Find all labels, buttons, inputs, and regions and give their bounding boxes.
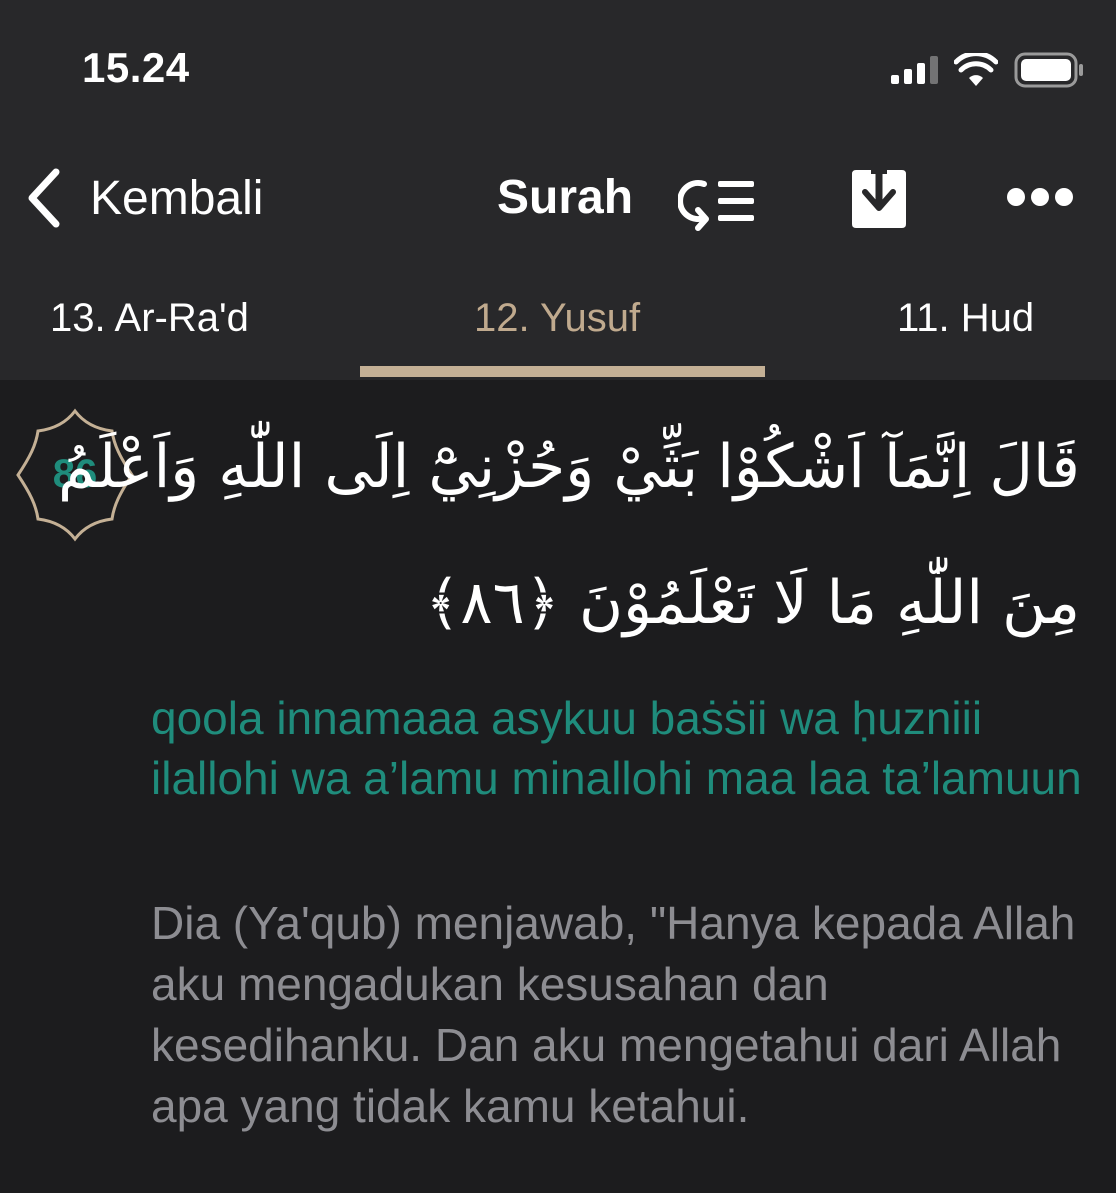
battery-icon <box>1014 52 1083 88</box>
back-label: Kembali <box>90 171 264 225</box>
transliteration-text: qoola innamaaa asykuu baṡṡii wa ḥuzniii … <box>151 692 1082 804</box>
status-time: 15.24 <box>82 44 190 91</box>
chevron-left-icon <box>28 168 60 228</box>
arabic-text-line-2: مِنَ اللّٰهِ مَا لَا تَعْلَمُوْنَ ﴿٨٦﴾ <box>425 568 1080 638</box>
active-tab-indicator <box>360 366 765 377</box>
tab-hud[interactable]: 11. Hud <box>897 296 1034 341</box>
surah-screen: 15.24 Kembali Surah 13. Ar-Ra'd 12. Yusu… <box>0 0 1116 1193</box>
more-horizontal-icon[interactable] <box>1004 182 1076 212</box>
verse-list-icon[interactable] <box>678 172 758 232</box>
back-button[interactable]: Kembali <box>22 163 263 233</box>
translation-text: Dia (Ya'qub) menjawab, "Hanya kepada All… <box>151 897 1076 1132</box>
page-title: Surah <box>497 171 634 224</box>
download-icon[interactable] <box>849 162 909 230</box>
tab-ar-rad[interactable]: 13. Ar-Ra'd <box>50 296 249 341</box>
tab-yusuf[interactable]: 12. Yusuf <box>474 296 640 341</box>
wifi-icon <box>954 53 998 86</box>
arabic-text-line-1: قَالَ اِنَّمَآ اَشْكُوْا بَثِّيْ وَحُزْن… <box>57 432 1080 502</box>
status-icons <box>891 50 1086 90</box>
cellular-signal-icon <box>891 56 938 84</box>
